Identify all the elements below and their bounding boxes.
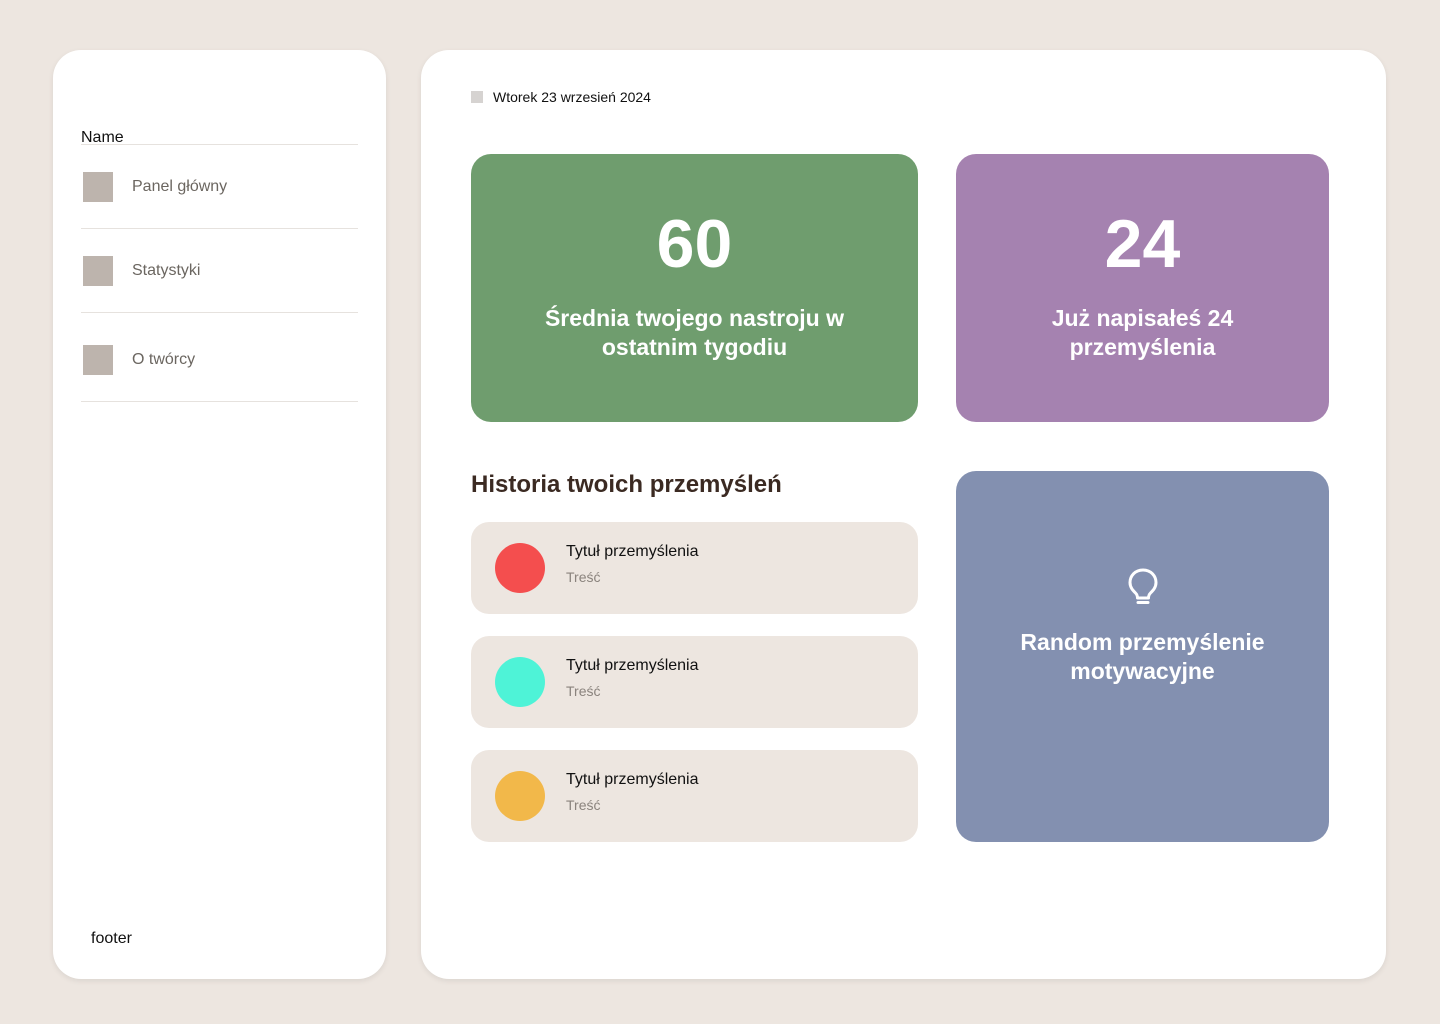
main-panel: Wtorek 23 wrzesień 2024 60 Średnia twoje…: [421, 50, 1386, 979]
lightbulb-icon: [1128, 568, 1158, 604]
sidebar-item-about[interactable]: O twórcy: [81, 330, 358, 390]
divider: [81, 401, 358, 402]
divider: [81, 228, 358, 229]
sidebar-item-label: O twórcy: [132, 351, 196, 368]
entries-count-card: 24 Już napisałeś 24 przemyślenia: [956, 154, 1329, 422]
sidebar-item-label: Panel główny: [132, 178, 228, 195]
mood-average-value: 60: [656, 206, 733, 282]
calendar-icon: [471, 91, 483, 103]
entry-title: Tytuł przemyślenia: [566, 543, 699, 560]
sidebar-item-panel[interactable]: Panel główny: [81, 157, 358, 217]
sidebar: Name Panel główny Statystyki O twórcy fo…: [53, 50, 386, 979]
history-entry[interactable]: Tytuł przemyślenia Treść: [471, 522, 918, 614]
divider: [81, 312, 358, 313]
mood-dot: [495, 771, 545, 821]
mood-average-card: 60 Średnia twojego nastroju w ostatnim t…: [471, 154, 918, 422]
mood-dot: [495, 657, 545, 707]
history-entry[interactable]: Tytuł przemyślenia Treść: [471, 636, 918, 728]
entry-body: Treść: [566, 683, 601, 699]
mood-average-caption: Średnia twojego nastroju w ostatnim tygo…: [544, 305, 845, 360]
entries-count-value: 24: [1104, 206, 1181, 282]
sidebar-footer: footer: [91, 930, 132, 947]
mood-dot: [495, 543, 545, 593]
dashboard-icon: [83, 172, 113, 202]
entries-count-caption: Już napisałeś 24 przemyślenia: [1051, 305, 1234, 360]
entry-title: Tytuł przemyślenia: [566, 657, 699, 674]
divider: [81, 144, 358, 145]
current-date: Wtorek 23 wrzesień 2024: [493, 89, 651, 105]
history-entry[interactable]: Tytuł przemyślenia Treść: [471, 750, 918, 842]
date-row: Wtorek 23 wrzesień 2024: [471, 89, 651, 105]
entry-body: Treść: [566, 797, 601, 813]
motivation-card[interactable]: Random przemyślenie motywacyjne: [956, 471, 1329, 842]
sidebar-item-label: Statystyki: [132, 262, 201, 279]
history-title: Historia twoich przemyśleń: [471, 471, 782, 498]
sidebar-item-statistics[interactable]: Statystyki: [81, 241, 358, 301]
entry-title: Tytuł przemyślenia: [566, 771, 699, 788]
entry-body: Treść: [566, 569, 601, 585]
about-icon: [83, 345, 113, 375]
statistics-icon: [83, 256, 113, 286]
motivation-caption: Random przemyślenie motywacyjne: [1020, 629, 1265, 684]
